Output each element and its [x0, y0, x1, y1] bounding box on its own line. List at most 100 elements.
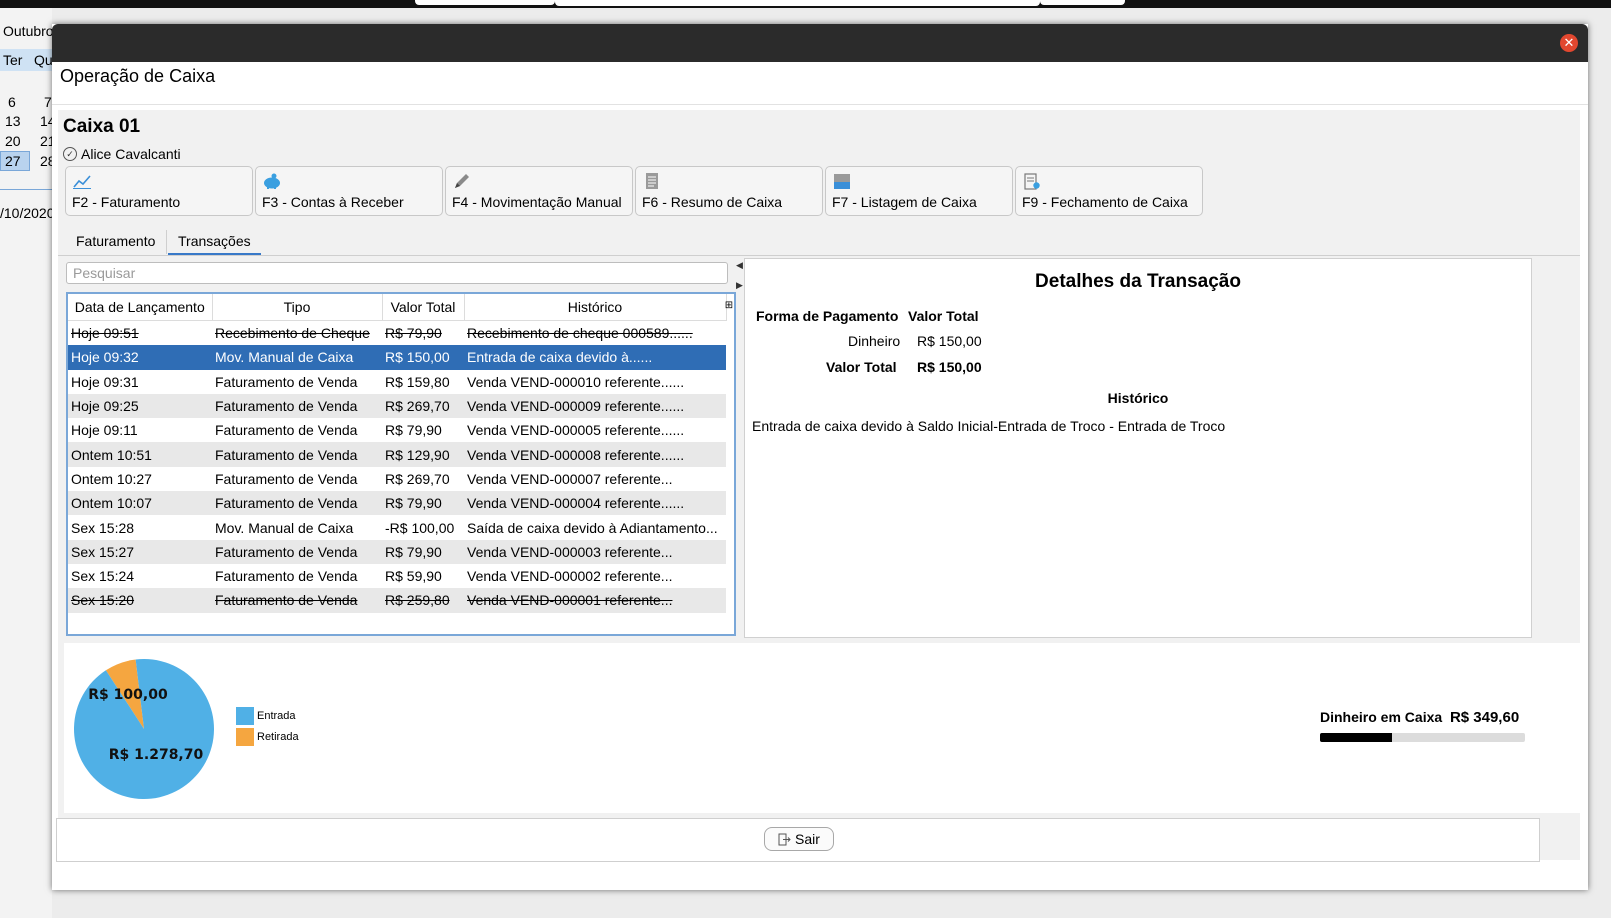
cell-type: Faturamento de Venda	[212, 588, 382, 613]
cell-history: Entrada de caixa devido à......	[464, 345, 726, 370]
cell-date: Hoje 09:25	[68, 393, 212, 419]
pie-label-entrada: R$ 1.278,70	[109, 747, 204, 763]
header-historico[interactable]: Histórico	[464, 294, 727, 321]
cell-type: Faturamento de Venda	[212, 539, 382, 564]
caixa-name: Caixa 01	[63, 116, 141, 137]
calendar-day[interactable]: 13	[5, 113, 21, 129]
table-row[interactable]: Sex 15:20 Faturamento de Venda R$ 259,80 Ve…	[68, 588, 726, 613]
cell-history: Venda VEND-000005 referente......	[467, 422, 685, 439]
listagem-caixa-button[interactable]: F7 - Listagem de Caixa	[825, 166, 1013, 216]
cell-type: Faturamento de Venda	[215, 470, 358, 487]
table-row[interactable]: Ontem 10:51 Faturamento de Venda R$ 129,90…	[68, 442, 726, 467]
cell-type: Faturamento de Venda	[215, 373, 358, 390]
check-circle-icon: ✓	[63, 147, 77, 161]
background-calendar: Outubro Ter Qu 6 7 13 14 20 21 27 28 /10…	[0, 8, 56, 918]
tab-faturamento[interactable]: Faturamento	[66, 228, 165, 256]
calendar-day[interactable]: 7	[44, 94, 52, 110]
calendar-date-field[interactable]: /10/2020	[0, 205, 55, 221]
user-name: Alice Cavalcanti	[81, 146, 181, 162]
fechamento-caixa-button[interactable]: F9 - Fechamento de Caixa	[1015, 166, 1203, 216]
table-header-row: Data de Lançamento Tipo Valor Total Hist…	[68, 294, 727, 321]
payment-value: R$ 150,00	[917, 333, 982, 349]
cash-progress-bar	[1320, 733, 1525, 742]
cell-date: Hoje 09:31	[71, 373, 139, 390]
cell-value: R$ 79,90	[382, 491, 464, 516]
legend-label-retirada: Retirada	[257, 731, 299, 743]
cell-type: Faturamento de Venda	[215, 422, 358, 439]
resumo-caixa-button[interactable]: F6 - Resumo de Caixa	[635, 166, 823, 216]
legend-label-entrada: Entrada	[257, 710, 296, 722]
cell-date: Ontem 10:07	[68, 491, 212, 516]
footer-bar: Sair	[56, 818, 1540, 862]
table-row[interactable]: Ontem 10:27 Faturamento de Venda R$ 269,70…	[68, 467, 726, 491]
calendar-day[interactable]: 20	[5, 133, 21, 149]
header-tipo[interactable]: Tipo	[212, 294, 383, 321]
cell-history: Venda VEND-000002 referente...	[467, 568, 673, 585]
table-row[interactable]: Sex 15:27 Faturamento de Venda R$ 79,90 Ven…	[68, 539, 726, 564]
cell-date: Hoje 09:51	[71, 325, 139, 342]
splitter-arrow-icon[interactable]: ◀ ▶	[736, 260, 743, 290]
cell-date: Sex 15:20	[68, 588, 212, 613]
legend-item: Retirada	[236, 728, 299, 746]
cell-value: R$ 159,80	[385, 373, 450, 390]
details-title: Detalhes da Transação	[1035, 271, 1241, 292]
transactions-table: Data de Lançamento Tipo Valor Total Hist…	[66, 292, 736, 636]
table-row[interactable]: Hoje 09:32 Mov. Manual de Caixa R$ 150,00 E…	[68, 345, 726, 370]
cell-history: Venda VEND-000001 referente...	[464, 588, 726, 613]
table-row[interactable]: Hoje 09:25 Faturamento de Venda R$ 269,70 V…	[68, 393, 726, 419]
cell-date: Sex 15:28	[71, 519, 135, 536]
cell-history: Venda VEND-000007 referente...	[467, 470, 673, 487]
calendar-day[interactable]: 6	[8, 94, 16, 110]
cell-history: Venda VEND-000003 referente...	[464, 539, 726, 564]
cell-history: Venda VEND-000004 referente......	[464, 491, 726, 516]
movimentacao-manual-button[interactable]: F4 - Movimentação Manual	[445, 166, 633, 216]
cell-value: -R$ 100,00	[385, 519, 455, 536]
cash-value: R$ 349,60	[1449, 709, 1520, 726]
cell-history: Saída de caixa devido à Adiantamento...	[467, 519, 718, 536]
document-icon	[646, 173, 658, 189]
exit-label: Sair	[795, 831, 820, 847]
cash-progress-fill	[1320, 733, 1392, 742]
table-row[interactable]: Ontem 10:07 Faturamento de Venda R$ 79,90 V…	[68, 491, 726, 516]
operacao-caixa-window: ✕ Operação de Caixa Caixa 01 ✓ Alice Cav…	[52, 24, 1588, 890]
cell-value: R$ 269,70	[382, 393, 464, 419]
cell-type: Recebimento de Cheque	[215, 325, 370, 342]
resumo-caixa-label: F6 - Resumo de Caixa	[642, 194, 783, 210]
close-icon[interactable]: ✕	[1560, 34, 1578, 52]
window-titlebar[interactable]: ✕	[52, 24, 1588, 62]
cash-pie-chart: R$ 1.278,70 R$ 100,00	[74, 659, 214, 799]
details-col-payment: Forma de Pagamento	[756, 308, 899, 324]
tab-transacoes[interactable]: Transações	[168, 228, 261, 256]
total-value: R$ 150,00	[917, 359, 982, 375]
cell-value: R$ 79,90	[382, 539, 464, 564]
cell-history: Venda VEND-000008 referente......	[464, 442, 726, 467]
search-input[interactable]	[66, 262, 728, 284]
cell-history: Venda VEND-000010 referente......	[467, 373, 685, 390]
faturamento-button[interactable]: F2 - Faturamento	[65, 166, 253, 216]
window-title: Operação de Caixa	[60, 66, 216, 86]
cell-date: Hoje 09:32	[68, 345, 212, 370]
cell-value: R$ 150,00	[382, 345, 464, 370]
header-valor-total[interactable]: Valor Total	[382, 294, 465, 321]
exit-button[interactable]: Sair	[764, 827, 834, 851]
cell-type: Mov. Manual de Caixa	[215, 519, 354, 536]
legend-swatch-entrada	[236, 707, 254, 725]
column-chooser-icon[interactable]: ⊞	[724, 294, 734, 318]
pie-slice-entrada	[74, 659, 214, 799]
table-row[interactable]: Sex 15:24 Faturamento de Venda R$ 59,90 Ven…	[68, 564, 726, 588]
top-system-bar	[0, 0, 1611, 8]
header-data-lancamento[interactable]: Data de Lançamento	[68, 294, 213, 321]
calendar-month: Outubro	[3, 23, 54, 39]
exit-icon	[778, 833, 791, 845]
calendar-day-selected[interactable]: 27	[5, 153, 21, 169]
contas-receber-button[interactable]: F3 - Contas à Receber	[255, 166, 443, 216]
table-row[interactable]: Hoje 09:11 Faturamento de Venda R$ 79,90 Ve…	[68, 418, 726, 442]
clipboard-icon	[1024, 173, 1040, 190]
cell-type: Mov. Manual de Caixa	[212, 345, 382, 370]
table-row[interactable]: Sex 15:28 Mov. Manual de Caixa -R$ 100,00 S…	[68, 515, 726, 539]
table-row[interactable]: Hoje 09:31 Faturamento de Venda R$ 159,80 V…	[68, 370, 726, 394]
cell-value: R$ 259,80	[382, 588, 464, 613]
table-row[interactable]: Hoje 09:51 Recebimento de Cheque R$ 79,90 R…	[68, 321, 726, 346]
cell-value: R$ 129,90	[382, 442, 464, 467]
pie-label-retirada: R$ 100,00	[88, 687, 168, 703]
